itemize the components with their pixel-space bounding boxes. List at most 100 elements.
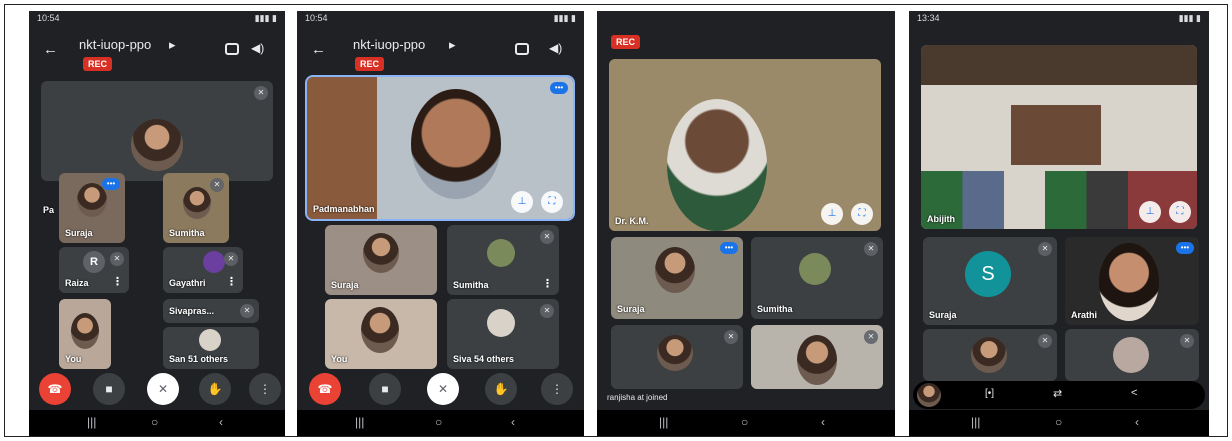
mic-off-icon: ✕ (254, 86, 268, 100)
participant-tile-suraja[interactable]: ••• Suraja (59, 173, 125, 243)
share-icon[interactable]: < (1131, 387, 1137, 399)
camera-toggle-button[interactable]: ■ (93, 373, 125, 405)
back-nav-icon[interactable]: ‹ (511, 415, 515, 429)
participant-name-partial: Pa (43, 205, 55, 215)
focus-icon[interactable]: [•] (985, 388, 994, 399)
participant-photo (971, 337, 1007, 373)
participant-photo (799, 253, 831, 285)
phone-screen-4: 13:34 ▮▮▮ ▮ Abijith ⊥ ⛶ S ✕ Suraja ••• A… (909, 11, 1209, 436)
participant-tile-sivaprasad[interactable]: Sivapras... ✕ (163, 299, 259, 323)
raise-hand-button[interactable]: ✋ (199, 373, 231, 405)
participant-tile-padmanabhan[interactable]: ••• Padmanabhan ⊥ ⛶ (305, 75, 575, 221)
back-arrow-icon[interactable]: ← (311, 41, 326, 58)
meeting-title[interactable]: nkt-iuop-ppo (79, 37, 151, 52)
chevron-right-icon[interactable]: ▸ (449, 37, 456, 53)
participant-name: Sumitha (169, 228, 205, 238)
participant-tile-raiza[interactable]: R ✕ Raiza ⋮ (59, 247, 129, 293)
door-background (1011, 105, 1101, 165)
participant-tile-others[interactable]: ✕ Siva 54 others (447, 299, 559, 369)
speaking-indicator-icon: ••• (550, 82, 568, 94)
roof-background (921, 45, 1197, 85)
participant-tile-you[interactable]: You (59, 299, 111, 369)
participant-name: You (65, 354, 82, 364)
end-call-button[interactable]: ☎ (39, 373, 71, 405)
participant-photo (411, 89, 501, 199)
phone-screen-3: REC Dr. K.M. ⊥ ⛶ ••• Suraja ✕ Sumitha ✕ … (597, 11, 895, 436)
fullscreen-icon[interactable]: ⛶ (1169, 201, 1191, 223)
recents-icon[interactable]: ||| (971, 415, 980, 429)
participant-tile-sumitha[interactable]: ✕ Sumitha ⋮ (447, 225, 559, 295)
participant-tile-ranjisha[interactable]: ✕ (611, 325, 743, 389)
recents-icon[interactable]: ||| (659, 415, 668, 429)
home-icon[interactable]: ○ (741, 415, 748, 429)
signal-icon: ▮▮▮ ▮ (1178, 13, 1201, 23)
rec-badge: REC (355, 57, 385, 71)
switch-camera-icon[interactable] (225, 43, 239, 55)
end-call-button[interactable]: ☎ (309, 373, 341, 405)
participant-tile-suraja[interactable]: ••• Suraja (611, 237, 743, 319)
more-options-icon[interactable]: ⋮ (226, 275, 237, 288)
back-nav-icon[interactable]: ‹ (821, 415, 825, 429)
speaking-indicator-icon: ••• (1176, 242, 1194, 254)
avatar: R (83, 251, 105, 273)
back-arrow-icon[interactable]: ← (43, 41, 58, 58)
participant-tile-suraja[interactable]: S ✕ Suraja (923, 237, 1057, 325)
participant-tile-guest-1[interactable]: ✕ (923, 329, 1057, 381)
pin-icon[interactable]: ⊥ (821, 203, 843, 225)
switch-camera-icon[interactable] (515, 43, 529, 55)
participant-tile-guest[interactable]: ✕ (751, 325, 883, 389)
participant-tile-presenter[interactable]: ✕ (41, 81, 273, 181)
more-options-button[interactable]: ⋮ (541, 373, 573, 405)
participant-tile-arathi[interactable]: ••• Arathi (1065, 237, 1199, 325)
raise-hand-button[interactable]: ✋ (485, 373, 517, 405)
participant-photo (363, 233, 399, 273)
fullscreen-icon[interactable]: ⛶ (851, 203, 873, 225)
participant-tile-sumitha[interactable]: ✕ Sumitha (751, 237, 883, 319)
speaker-icon[interactable]: ◀) (251, 41, 264, 55)
camera-toggle-button[interactable]: ■ (369, 373, 401, 405)
more-options-icon[interactable]: ⋮ (542, 277, 553, 290)
participant-name: Abijith (927, 214, 955, 224)
meeting-header: ← nkt-iuop-ppo ▸ REC ◀) (297, 31, 584, 79)
participant-tile-guest-2[interactable]: ✕ (1065, 329, 1199, 381)
back-nav-icon[interactable]: ‹ (219, 415, 223, 429)
participant-tile-dr-km[interactable]: Dr. K.M. ⊥ ⛶ (609, 59, 881, 231)
mic-off-icon: ✕ (210, 178, 224, 192)
participant-tile-sumitha[interactable]: ✕ Sumitha (163, 173, 229, 243)
participant-name: Sivapras... (169, 306, 215, 316)
call-controls: ☎ ■ ✕ ✋ ⋮ (297, 369, 584, 409)
participant-tile-suraja[interactable]: Suraja (325, 225, 437, 295)
pin-icon[interactable]: ⊥ (1139, 201, 1161, 223)
meeting-title[interactable]: nkt-iuop-ppo (353, 37, 425, 52)
home-icon[interactable]: ○ (151, 415, 158, 429)
recents-icon[interactable]: ||| (355, 415, 364, 429)
participant-tile-gayathri[interactable]: ✕ Gayathri ⋮ (163, 247, 243, 293)
fullscreen-icon[interactable]: ⛶ (541, 191, 563, 213)
chevron-right-icon[interactable]: ▸ (169, 37, 176, 53)
participant-name: Gayathri (169, 278, 206, 288)
participant-photo (797, 335, 837, 385)
mic-off-icon: ✕ (224, 252, 238, 266)
back-nav-icon[interactable]: ‹ (1135, 415, 1139, 429)
status-time: 10:54 (305, 13, 328, 23)
switch-view-icon[interactable]: ⇄ (1053, 387, 1062, 400)
pin-icon[interactable]: ⊥ (511, 191, 533, 213)
home-icon[interactable]: ○ (435, 415, 442, 429)
mic-toggle-button[interactable]: ✕ (147, 373, 179, 405)
participant-name: Suraja (617, 304, 645, 314)
participant-photo (77, 183, 107, 217)
recents-icon[interactable]: ||| (87, 415, 96, 429)
participant-tile-you[interactable]: You (325, 299, 437, 369)
speaker-icon[interactable]: ◀) (549, 41, 562, 55)
more-options-icon[interactable]: ⋮ (112, 275, 123, 288)
mic-toggle-button[interactable]: ✕ (427, 373, 459, 405)
others-count: Siva 54 others (453, 354, 515, 364)
home-icon[interactable]: ○ (1055, 415, 1062, 429)
mic-off-icon: ✕ (540, 304, 554, 318)
participant-name: Padmanabhan (313, 204, 375, 214)
participant-tile-others[interactable]: San 51 others (163, 327, 259, 369)
participant-name: Sumitha (757, 304, 793, 314)
participant-tile-abijith[interactable]: Abijith ⊥ ⛶ (921, 45, 1197, 229)
meeting-header: ← nkt-iuop-ppo ▸ REC ◀) (29, 31, 285, 79)
more-options-button[interactable]: ⋮ (249, 373, 281, 405)
